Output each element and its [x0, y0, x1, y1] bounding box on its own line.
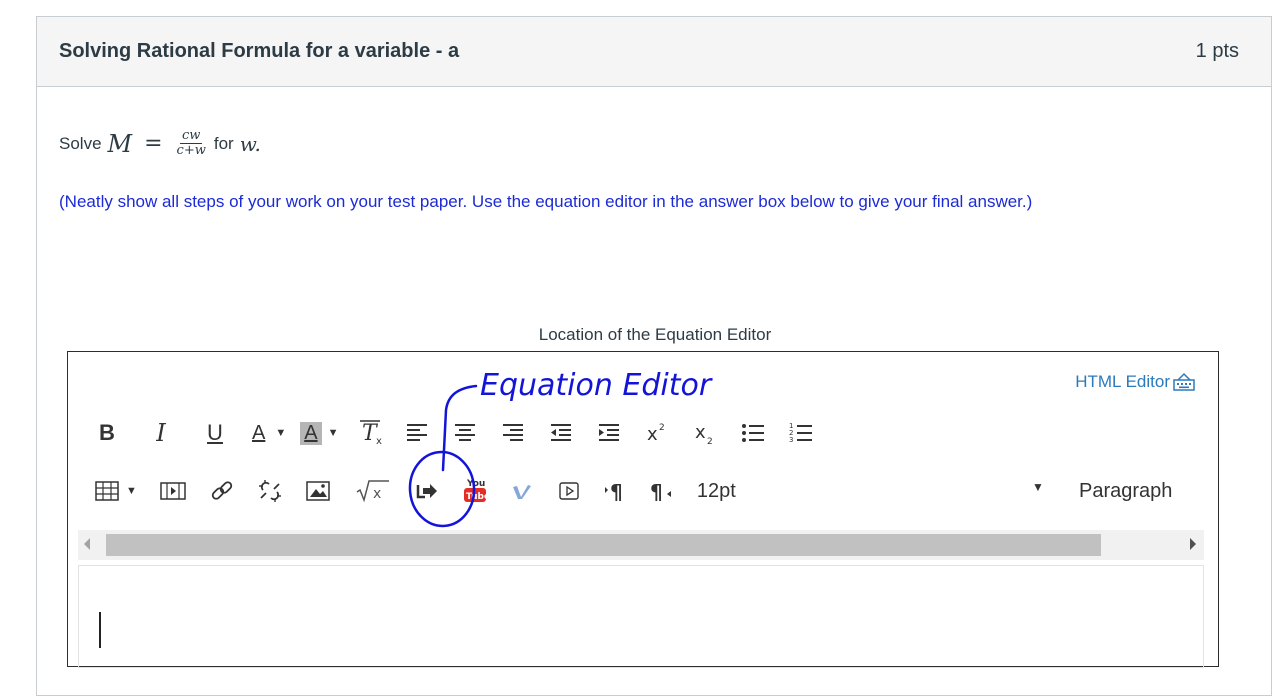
for-label: for — [213, 133, 234, 153]
question-header: Solving Rational Formula for a variable … — [37, 17, 1271, 87]
text-color-button[interactable]: A ▼ — [248, 416, 286, 450]
rich-content-editor: HTML Editor B I U A ▼ A ▼ Tx x 2 x 2 1 2… — [67, 351, 1219, 668]
svg-text:¶: ¶ — [650, 480, 663, 503]
bullet-list-icon[interactable] — [740, 416, 766, 450]
table-button[interactable]: ▼ — [94, 474, 137, 508]
math-variable: w. — [239, 131, 261, 156]
scroll-right-arrow-icon[interactable] — [1190, 538, 1196, 550]
html-editor-label: HTML Editor — [1075, 372, 1170, 391]
svg-text:2: 2 — [659, 423, 665, 433]
solve-label: Solve — [59, 133, 102, 153]
align-left-icon[interactable] — [404, 416, 430, 450]
question-instructions: (Neatly show all steps of your work on y… — [59, 192, 1033, 211]
svg-text:x: x — [373, 486, 381, 502]
italic-icon[interactable]: I — [148, 416, 174, 450]
keyboard-icon — [1173, 372, 1195, 391]
font-size-select[interactable]: 12pt — [697, 480, 736, 503]
rtl-paragraph-icon[interactable]: ¶ — [649, 474, 675, 508]
image-icon[interactable] — [305, 474, 331, 508]
svg-text:x: x — [376, 436, 382, 447]
svg-text:x: x — [695, 422, 706, 443]
media-icon[interactable] — [159, 474, 187, 508]
chevron-down-icon: ▼ — [126, 485, 137, 497]
chevron-down-icon[interactable]: ▼ — [1032, 480, 1044, 494]
bold-icon[interactable]: B — [94, 416, 120, 450]
clear-formatting-icon[interactable]: Tx — [358, 416, 388, 450]
fraction-denominator: c+w — [176, 143, 206, 158]
outdent-icon[interactable] — [548, 416, 574, 450]
answer-text-area[interactable] — [78, 565, 1204, 668]
chevron-down-icon: ▼ — [275, 427, 287, 439]
youtube-icon[interactable]: You Tube — [463, 474, 487, 508]
svg-text:Tube: Tube — [466, 492, 487, 502]
question-prompt: Solve M = cw c+w for w. — [59, 129, 261, 158]
underline-icon[interactable]: U — [202, 416, 228, 450]
block-format-select[interactable]: Paragraph — [1079, 474, 1172, 508]
video-play-icon[interactable] — [557, 474, 581, 508]
toolbar-row-formatting: B I U A ▼ A ▼ Tx x 2 x 2 1 2 3 — [94, 416, 814, 450]
toolbar-horizontal-scrollbar[interactable] — [78, 530, 1204, 560]
equation-icon: x — [356, 480, 389, 503]
quiz-question-card: Solving Rational Formula for a variable … — [36, 16, 1272, 696]
vimeo-icon[interactable] — [511, 474, 533, 508]
fraction-numerator: cw — [179, 128, 203, 144]
indent-icon[interactable] — [596, 416, 622, 450]
background-color-button[interactable]: A ▼ — [300, 416, 338, 450]
svg-text:x: x — [647, 424, 658, 445]
svg-text:3: 3 — [789, 436, 793, 444]
equation-button[interactable]: x — [353, 474, 391, 508]
scrollbar-thumb[interactable] — [106, 534, 1101, 556]
lti-tool-icon[interactable] — [415, 474, 439, 508]
math-equals: = — [144, 131, 163, 156]
toolbar-row-insert: ▼ x You Tube — [94, 474, 1204, 508]
text-cursor — [99, 612, 101, 648]
unlink-icon[interactable] — [257, 474, 283, 508]
numbered-list-icon[interactable]: 123 — [788, 416, 814, 450]
question-points: 1 pts — [1195, 40, 1239, 62]
link-icon[interactable] — [209, 474, 235, 508]
table-icon — [95, 481, 119, 501]
scroll-left-arrow-icon[interactable] — [84, 538, 90, 550]
svg-text:¶: ¶ — [610, 480, 623, 503]
ltr-paragraph-icon[interactable]: ¶ — [603, 474, 627, 508]
editor-caption: Location of the Equation Editor — [538, 325, 772, 344]
align-right-icon[interactable] — [500, 416, 526, 450]
svg-text:2: 2 — [707, 437, 713, 446]
align-center-icon[interactable] — [452, 416, 478, 450]
background-color-icon: A — [300, 421, 322, 445]
chevron-down-icon: ▼ — [327, 427, 339, 439]
svg-text:You: You — [466, 479, 485, 489]
html-editor-link[interactable]: HTML Editor — [1075, 372, 1196, 392]
math-lhs: M — [107, 129, 133, 158]
question-title: Solving Rational Formula for a variable … — [59, 40, 460, 62]
text-color-icon: A — [252, 421, 266, 444]
subscript-icon[interactable]: x2 — [692, 416, 718, 450]
math-fraction: cw c+w — [175, 129, 208, 158]
superscript-icon[interactable]: x2 — [644, 416, 670, 450]
